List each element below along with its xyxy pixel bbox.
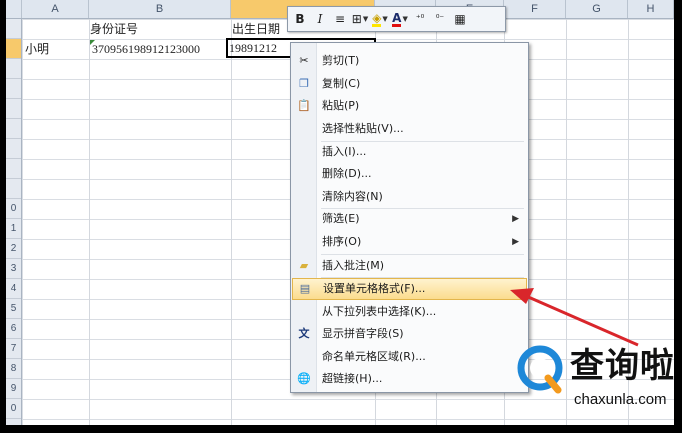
- watermark-chinese-text: 查询啦: [570, 346, 674, 386]
- magnifier-logo-icon: [517, 345, 563, 394]
- watermark-domain-text: chaxunla.com: [574, 391, 667, 408]
- spreadsheet-window: A B E F G H 0 1 2 3 4 5 6 7 8 9 0: [6, 0, 674, 425]
- annotation-arrow-shaft: [525, 294, 639, 347]
- watermark: 查询啦 chaxunla.com: [506, 340, 674, 420]
- annotation-arrow-head: [510, 288, 534, 304]
